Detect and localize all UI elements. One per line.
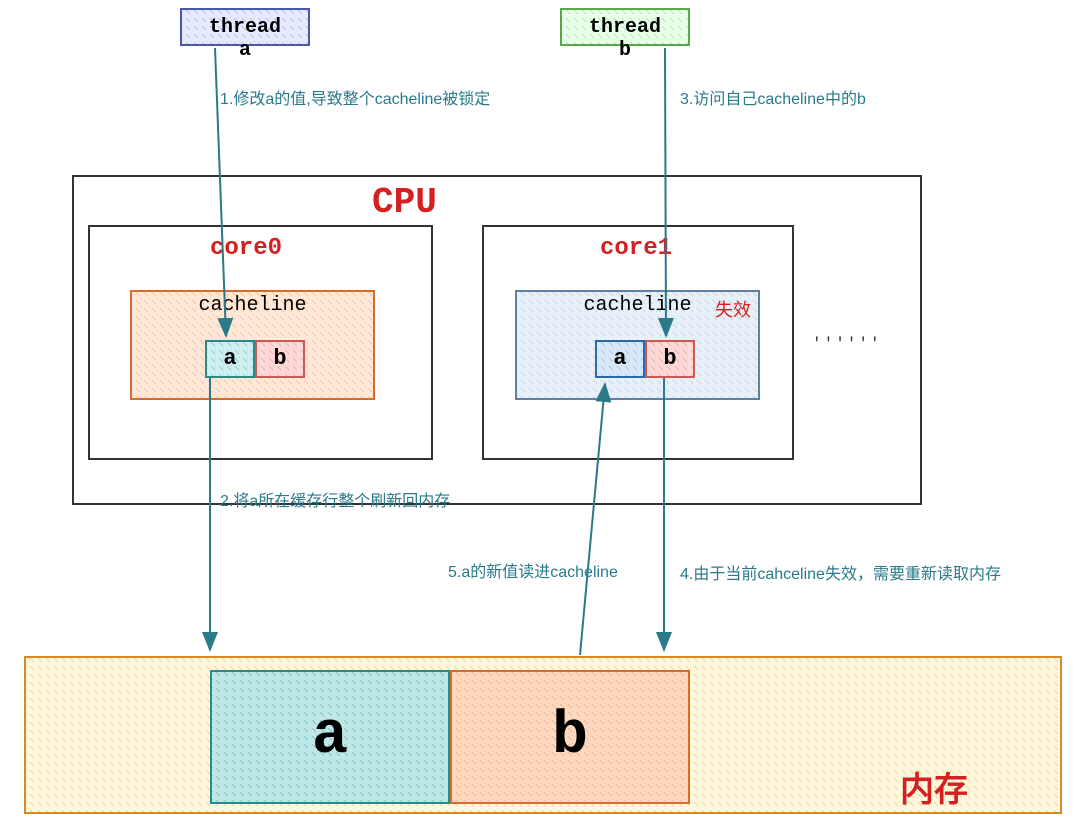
thread-a-label: thread a bbox=[209, 16, 281, 62]
thread-b-box: thread b bbox=[560, 8, 690, 46]
memory-cell-a-label: a bbox=[312, 703, 348, 771]
thread-b-label: thread b bbox=[589, 16, 661, 62]
core0-cell-b-label: b bbox=[273, 346, 286, 371]
ellipsis: '''''' bbox=[812, 335, 882, 353]
core1-cell-a-label: a bbox=[613, 346, 626, 371]
core0-cell-b: b bbox=[255, 340, 305, 378]
diagram-root: thread a thread b CPU core0 cacheline a … bbox=[0, 0, 1080, 831]
core1-cell-a: a bbox=[595, 340, 645, 378]
core0-label: core0 bbox=[210, 235, 282, 262]
annotation-step1: 1.修改a的值,导致整个cacheline被锁定 bbox=[220, 85, 490, 109]
core1-label: core1 bbox=[600, 235, 672, 262]
annotation-step2: 2.将a所在缓存行整个刷新回内存 bbox=[220, 487, 450, 511]
annotation-step4: 4.由于当前cahceline失效，需要重新读取内存 bbox=[680, 560, 1001, 584]
thread-a-box: thread a bbox=[180, 8, 310, 46]
core1-cell-b: b bbox=[645, 340, 695, 378]
core0-cell-a: a bbox=[205, 340, 255, 378]
memory-cell-b-label: b bbox=[552, 703, 588, 771]
annotation-step3: 3.访问自己cacheline中的b bbox=[680, 85, 866, 109]
memory-cell-a: a bbox=[210, 670, 450, 804]
core0-cacheline-label: cacheline bbox=[132, 292, 373, 317]
core1-cacheline-label: cacheline bbox=[583, 292, 691, 317]
core0-cell-a-label: a bbox=[223, 346, 236, 371]
annotation-step5: 5.a的新值读进cacheline bbox=[448, 558, 618, 582]
memory-cell-b: b bbox=[450, 670, 690, 804]
memory-label: 内存 bbox=[900, 762, 968, 812]
cpu-title: CPU bbox=[372, 182, 437, 223]
core1-invalid-label: 失效 bbox=[715, 296, 751, 322]
core1-cell-b-label: b bbox=[663, 346, 676, 371]
